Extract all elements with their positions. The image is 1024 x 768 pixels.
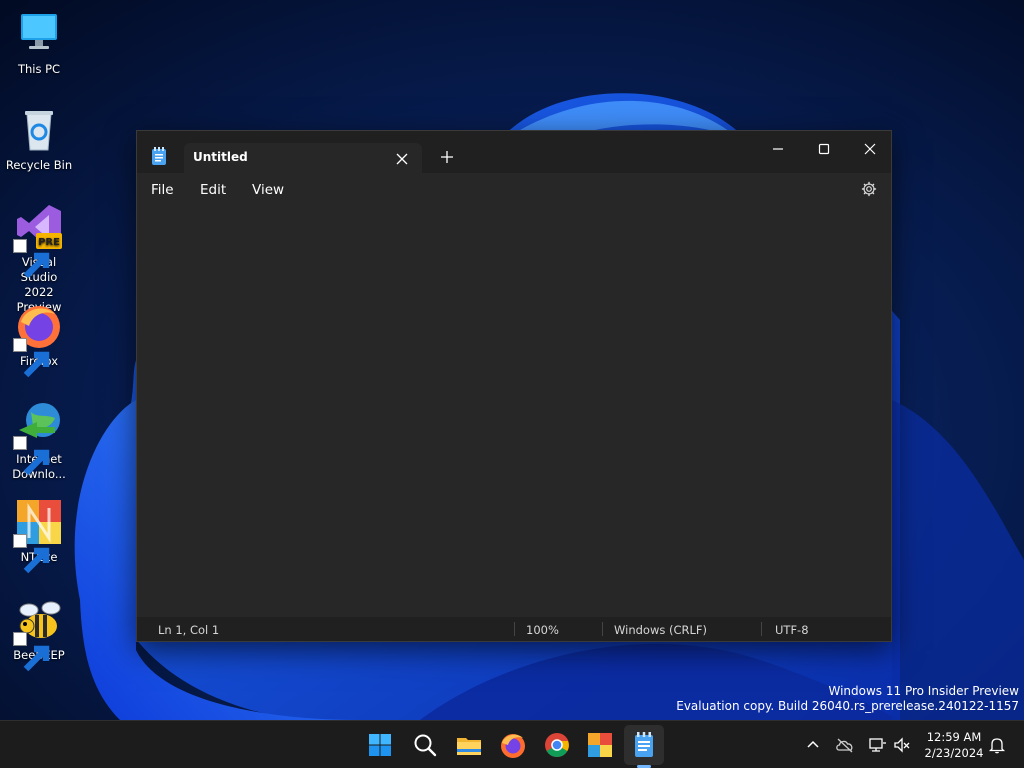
close-tab-icon[interactable] (396, 150, 408, 165)
desktop-icon-internet-download-manager[interactable]: Internet Downlo... (2, 400, 76, 482)
status-divider (602, 622, 603, 636)
shortcut-arrow-icon (13, 436, 50, 476)
zoom-level[interactable]: 100% (526, 623, 559, 637)
bell-icon (988, 738, 1006, 754)
status-divider (761, 622, 762, 636)
watermark-line2: Evaluation copy. Build 26040.rs_prerelea… (676, 699, 1019, 713)
desktop-icon-ntlite[interactable]: NTLite (2, 498, 76, 574)
minimize-icon (773, 148, 783, 150)
search-button[interactable] (409, 729, 441, 761)
minimize-button[interactable] (755, 135, 801, 163)
ntlite-icon (13, 498, 63, 574)
recycle-bin-icon (15, 106, 63, 154)
network-icon (869, 738, 886, 752)
search-icon (414, 734, 437, 757)
ntlite-icon (588, 733, 612, 757)
maximize-icon (818, 143, 830, 155)
chrome-icon (545, 733, 569, 758)
volume-muted-icon (894, 737, 910, 753)
taskbar-file-explorer[interactable] (453, 729, 485, 761)
show-hidden-icons-button[interactable] (803, 735, 823, 755)
taskbar: 12:59 AM 2/23/2024 (0, 720, 1024, 768)
notepad-icon (635, 732, 653, 757)
desktop-icon-label: This PC (17, 62, 61, 76)
chevron-up-icon (807, 740, 819, 748)
tab-title: Untitled (193, 150, 248, 164)
menu-view[interactable]: View (252, 182, 284, 198)
status-bar: Ln 1, Col 1 100% Windows (CRLF) UTF-8 (137, 617, 891, 641)
network-tray[interactable] (867, 735, 887, 755)
start-button[interactable] (364, 729, 396, 761)
notifications-button[interactable] (987, 735, 1007, 755)
beebeep-icon (13, 596, 63, 672)
taskbar-firefox[interactable] (497, 729, 529, 761)
watermark-line1: Windows 11 Pro Insider Preview (828, 684, 1019, 698)
internet-download-manager-icon (13, 400, 63, 476)
taskbar-ntlite[interactable] (584, 729, 616, 761)
notepad-app-icon (151, 147, 167, 165)
shortcut-arrow-icon (13, 239, 50, 279)
shortcut-arrow-icon (13, 534, 50, 574)
onedrive-offline-icon (836, 738, 853, 753)
tab-untitled[interactable]: Untitled (184, 143, 422, 173)
maximize-button[interactable] (801, 135, 847, 163)
status-divider (514, 622, 515, 636)
start-icon (369, 734, 391, 756)
onedrive-tray[interactable] (835, 735, 855, 755)
clock-date: 2/23/2024 (924, 746, 984, 760)
desktop-icon-firefox[interactable]: Firefox (2, 302, 76, 378)
menu-bar: File Edit View (137, 173, 891, 205)
desktop-icon-beebeep[interactable]: BeeBEEP (2, 596, 76, 672)
line-ending[interactable]: Windows (CRLF) (614, 623, 707, 637)
text-editor-area[interactable] (137, 205, 891, 617)
desktop-icon-visual-studio[interactable]: PRE Visual Studio 2022 Preview (2, 203, 76, 315)
close-icon (864, 143, 876, 155)
firefox-icon (13, 302, 63, 378)
shortcut-arrow-icon (13, 632, 50, 672)
desktop-icon-label: Recycle Bin (5, 158, 73, 172)
clock-time: 12:59 AM (926, 730, 982, 744)
desktop-icon-this-pc[interactable]: This PC (2, 10, 76, 77)
this-pc-icon (15, 10, 63, 58)
menu-edit[interactable]: Edit (200, 182, 226, 198)
visual-studio-preview-icon: PRE (13, 203, 63, 279)
notepad-window[interactable]: Untitled File Edit View Ln 1, Col 1 100% (136, 130, 892, 642)
title-bar[interactable]: Untitled (137, 131, 891, 173)
desktop-icon-recycle-bin[interactable]: Recycle Bin (2, 106, 76, 173)
evaluation-watermark: Windows 11 Pro Insider Preview Evaluatio… (676, 684, 1019, 714)
shortcut-arrow-icon (13, 338, 50, 378)
cursor-position: Ln 1, Col 1 (158, 623, 220, 637)
file-explorer-icon (457, 738, 481, 755)
encoding[interactable]: UTF-8 (775, 623, 809, 637)
firefox-icon (501, 734, 525, 758)
new-tab-plus-icon[interactable] (440, 149, 454, 163)
taskbar-notepad[interactable] (628, 729, 660, 761)
volume-tray[interactable] (892, 735, 912, 755)
clock[interactable]: 12:59 AM 2/23/2024 (920, 729, 988, 761)
menu-file[interactable]: File (151, 182, 174, 198)
taskbar-chrome[interactable] (541, 729, 573, 761)
settings-gear-icon[interactable] (861, 181, 877, 197)
close-window-button[interactable] (847, 135, 893, 163)
